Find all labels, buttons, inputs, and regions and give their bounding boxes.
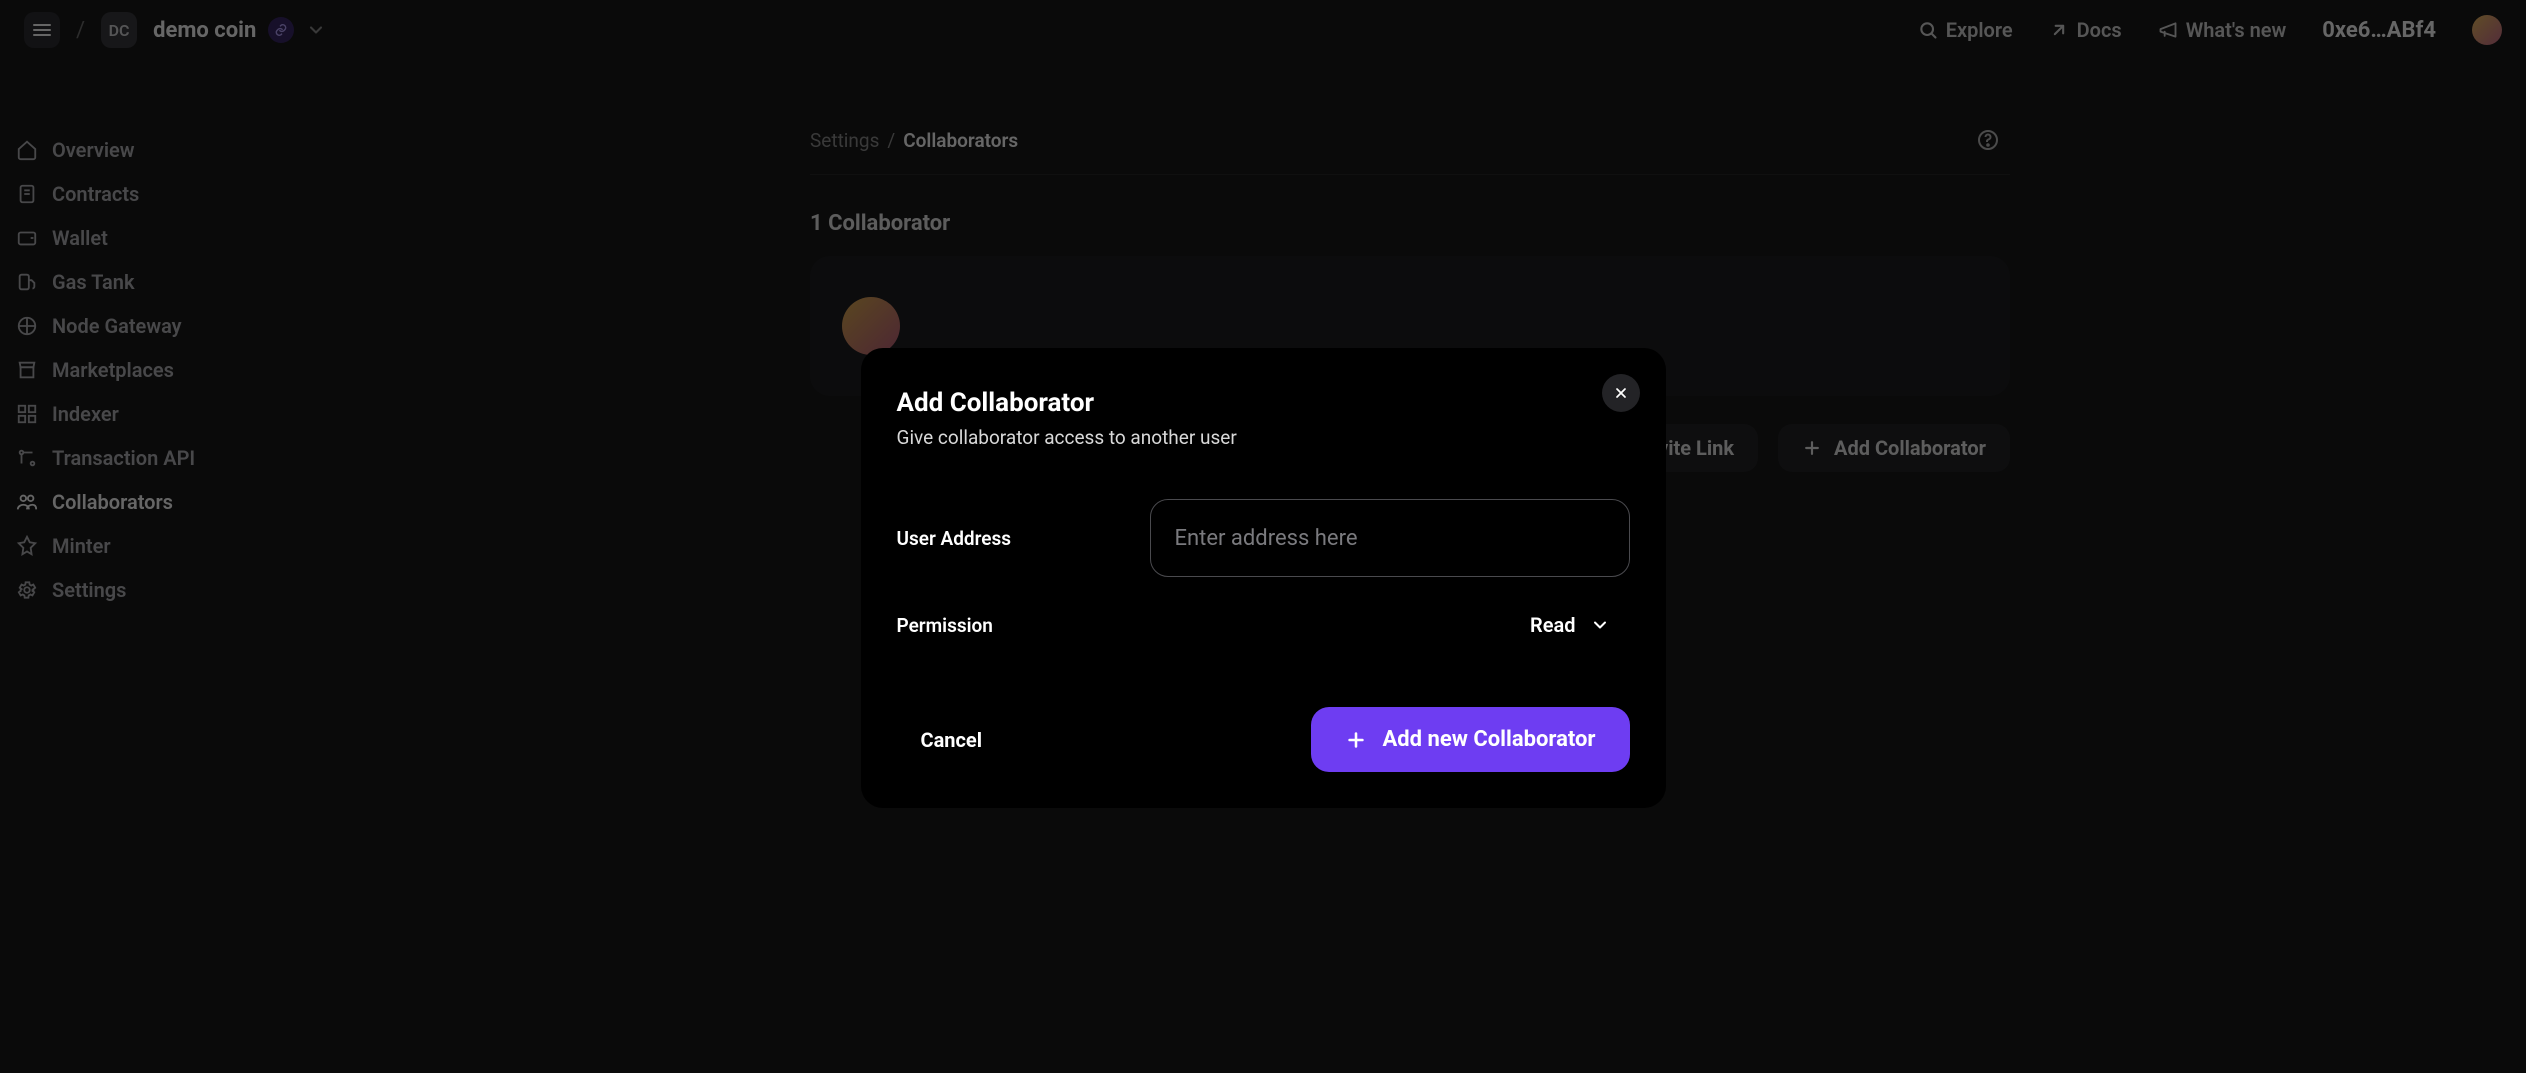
chevron-down-icon (1590, 615, 1610, 635)
cancel-button[interactable]: Cancel (897, 716, 1007, 764)
user-address-input[interactable] (1150, 499, 1630, 577)
permission-value: Read (1530, 613, 1575, 637)
modal-subtitle: Give collaborator access to another user (897, 426, 1630, 449)
add-collaborator-modal: Add Collaborator Give collaborator acces… (861, 348, 1666, 808)
user-address-row: User Address (897, 499, 1630, 577)
permission-label: Permission (897, 614, 993, 637)
permission-row: Permission Read (897, 613, 1630, 637)
add-new-collaborator-button[interactable]: Add new Collaborator (1311, 707, 1630, 772)
plus-icon (1345, 729, 1367, 751)
modal-actions: Cancel Add new Collaborator (897, 707, 1630, 772)
modal-overlay[interactable]: Add Collaborator Give collaborator acces… (0, 0, 2526, 1073)
close-icon (1613, 385, 1629, 401)
permission-select[interactable]: Read (1530, 613, 1629, 637)
user-address-label: User Address (897, 527, 1012, 550)
add-new-collaborator-label: Add new Collaborator (1383, 727, 1596, 752)
modal-close-button[interactable] (1602, 374, 1640, 412)
modal-title: Add Collaborator (897, 388, 1630, 418)
